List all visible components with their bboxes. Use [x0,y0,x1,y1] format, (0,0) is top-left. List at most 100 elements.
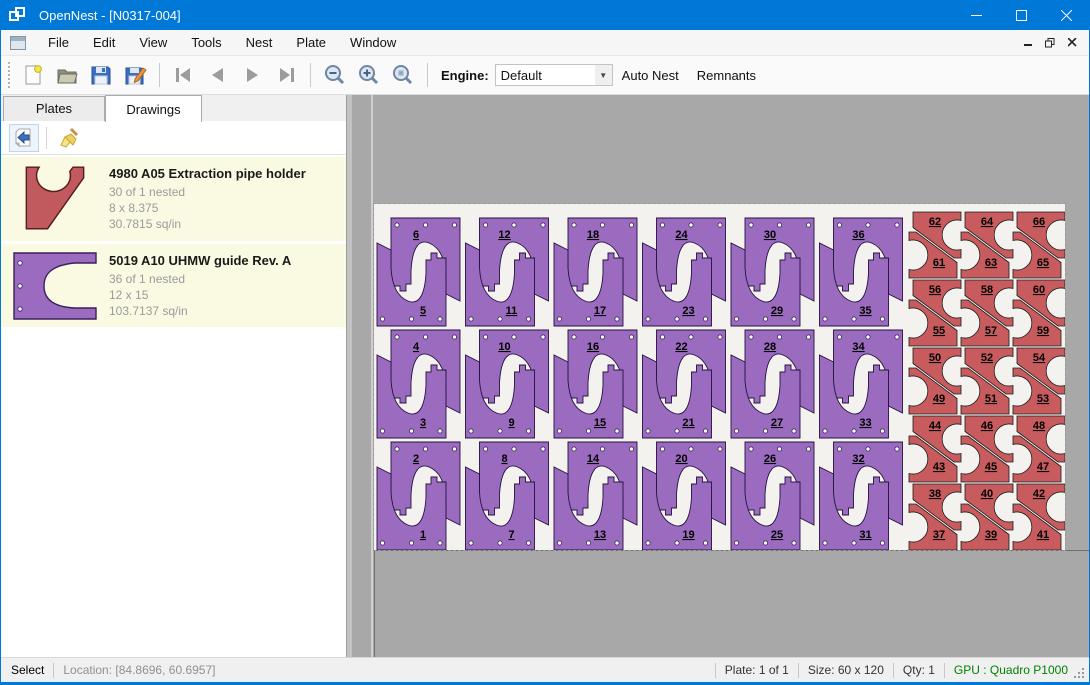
menu-edit[interactable]: Edit [81,31,127,54]
new-document-icon[interactable] [18,60,48,90]
drawing-title: 4980 A05 Extraction pipe holder [109,166,306,181]
part-number-label: 8 [501,453,507,465]
part-number-label: 21 [682,417,694,429]
sheet-line [374,550,1089,551]
part-number-label: 50 [929,352,941,364]
drawing-nested-count: 36 of 1 nested [109,271,291,287]
part-number-label: 49 [933,393,945,405]
clean-broom-icon[interactable] [54,124,84,152]
part-number-label: 45 [985,461,997,473]
title-bar: OpenNest - [N0317-004] [1,0,1089,30]
auto-nest-button[interactable]: Auto Nest [613,62,688,89]
part-number-label: 28 [764,341,776,353]
part-number-label: 15 [594,417,606,429]
part-number-label: 22 [675,341,687,353]
part-number-label: 33 [859,417,871,429]
status-size: Size: 60 x 120 [808,663,884,677]
drawing-title: 5019 A10 UHMW guide Rev. A [109,253,291,268]
drawings-toolbar [1,121,346,155]
part-number-label: 30 [764,229,776,241]
menu-view[interactable]: View [127,31,179,54]
menu-nest[interactable]: Nest [234,31,285,54]
part-number-label: 32 [852,453,864,465]
part-number-label: 64 [981,216,994,228]
menu-file[interactable]: File [36,31,81,54]
remnants-button[interactable]: Remnants [688,62,765,89]
menu-window[interactable]: Window [338,31,408,54]
zoom-out-icon[interactable] [320,60,350,90]
part-number-label: 52 [981,352,993,364]
zoom-fit-icon[interactable] [388,60,418,90]
mdi-close-button[interactable] [1061,34,1083,52]
part-number-label: 48 [1033,420,1045,432]
part-number-label: 55 [933,325,945,337]
part-number-label: 16 [587,341,599,353]
maximize-button[interactable] [999,0,1044,30]
drawing-list-item[interactable]: 5019 A10 UHMW guide Rev. A 36 of 1 nested… [1,244,346,327]
part-number-label: 2 [413,453,419,465]
import-drawing-icon[interactable] [9,124,39,152]
part-number-label: 24 [675,229,688,241]
part-number-label: 57 [985,325,997,337]
zoom-in-icon[interactable] [354,60,384,90]
mdi-child-icon[interactable] [10,36,26,50]
tab-drawings[interactable]: Drawings [105,95,202,122]
part-number-label: 25 [771,529,783,541]
part-number-label: 53 [1037,393,1049,405]
part-number-label: 23 [682,305,694,317]
mdi-restore-button[interactable] [1039,34,1061,52]
resize-grip[interactable] [1074,668,1086,680]
part-number-label: 3 [420,417,426,429]
part-number-label: 41 [1037,529,1049,541]
part-number-label: 9 [508,417,514,429]
close-button[interactable] [1044,0,1089,30]
part-number-label: 35 [859,305,871,317]
status-location: Location: [84.8696, 60.6957] [63,663,215,677]
part-number-label: 12 [498,229,510,241]
part-number-label: 65 [1037,257,1049,269]
part-number-label: 37 [933,529,945,541]
save-as-icon[interactable] [120,60,150,90]
drawing-size: 8 x 8.375 [109,200,306,216]
drawing-area: 103.7137 sq/in [109,303,291,319]
drawing-thumbnail [9,163,101,235]
status-qty: Qty: 1 [903,663,935,677]
part-number-label: 5 [420,305,426,317]
part-number-label: 36 [852,229,864,241]
part-number-label: 7 [508,529,514,541]
save-icon[interactable] [86,60,116,90]
tab-plates[interactable]: Plates [3,96,105,121]
canvas-edge-strip [347,95,352,657]
part-number-label: 26 [764,453,776,465]
part-number-label: 63 [985,257,997,269]
main-toolbar: Engine: Default ▼ Auto Nest Remnants [1,56,1089,95]
previous-plate-icon[interactable] [203,60,233,90]
part-number-label: 29 [771,305,783,317]
part-number-label: 60 [1033,284,1045,296]
app-icon [9,7,27,23]
menu-plate[interactable]: Plate [284,31,338,54]
part-number-label: 34 [852,341,865,353]
menu-tools[interactable]: Tools [179,31,233,54]
drawing-area: 30.7815 sq/in [109,216,306,232]
part-number-label: 66 [1033,216,1045,228]
open-folder-icon[interactable] [52,60,82,90]
chevron-down-icon[interactable]: ▼ [595,65,612,85]
part-number-label: 19 [682,529,694,541]
part-number-label: 58 [981,284,993,296]
first-plate-icon[interactable] [169,60,199,90]
drawing-list-item[interactable]: 4980 A05 Extraction pipe holder30 of 1 n… [1,157,346,241]
next-plate-icon[interactable] [237,60,267,90]
part-number-label: 27 [771,417,783,429]
plate[interactable]: 6512111817242330293635431091615222128273… [374,204,1065,550]
part-number-label: 17 [594,305,606,317]
part-number-label: 11 [506,305,518,317]
app-window: OpenNest - [N0317-004] FileEditViewTools… [0,0,1090,685]
part-number-label: 62 [929,216,941,228]
nest-canvas[interactable]: 6512111817242330293635431091615222128273… [347,95,1089,657]
last-plate-icon[interactable] [271,60,301,90]
mdi-minimize-button[interactable] [1017,34,1039,52]
minimize-button[interactable] [954,0,999,30]
engine-select[interactable]: Default ▼ [495,64,613,86]
toolbar-grip[interactable] [7,62,10,88]
